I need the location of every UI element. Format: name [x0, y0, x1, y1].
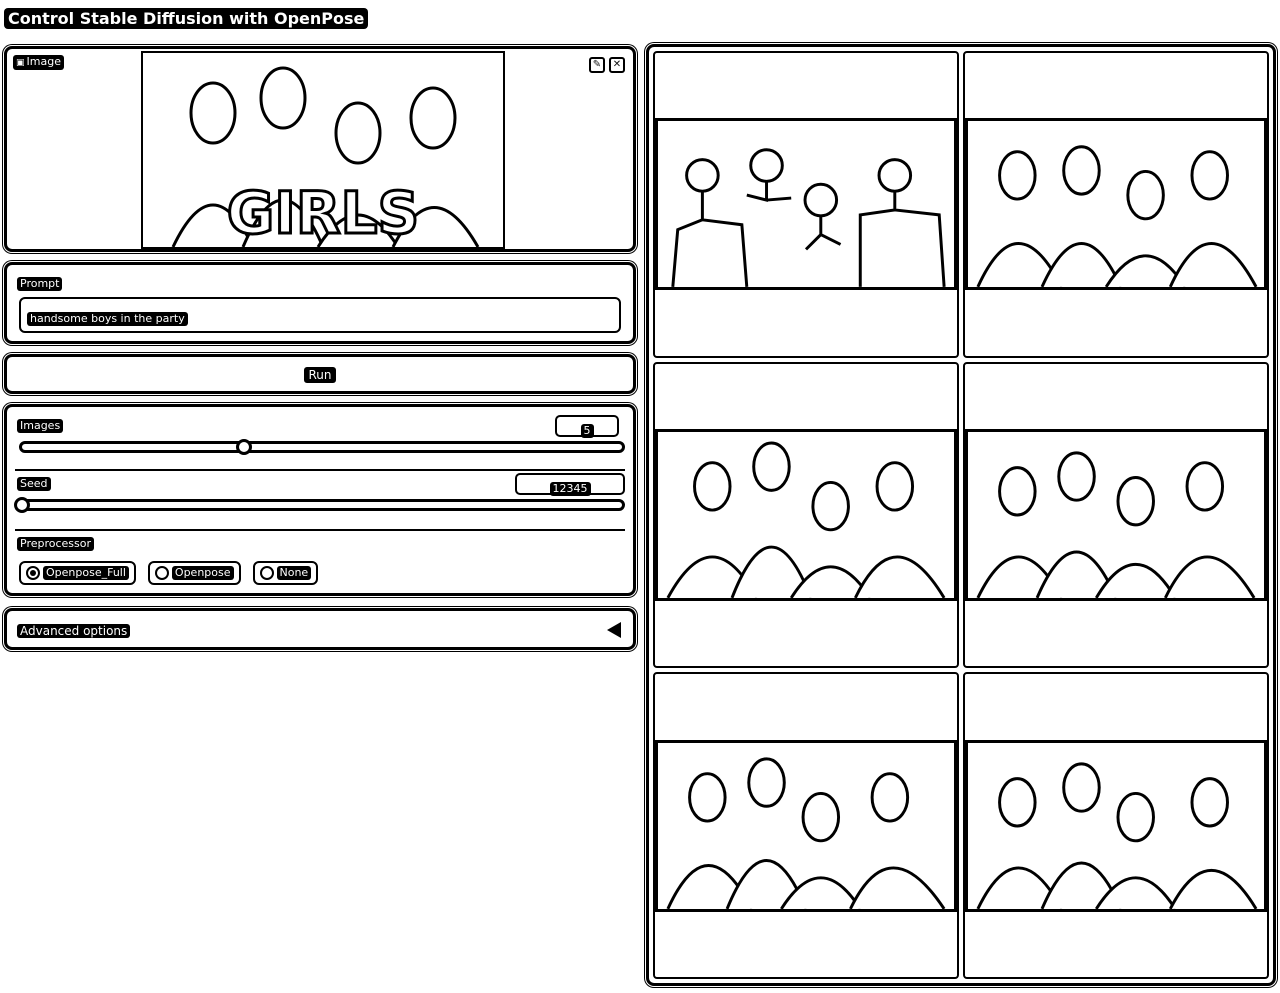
generated-image — [655, 739, 957, 912]
seed-number-input[interactable]: 12345 — [515, 473, 625, 496]
prompt-panel: Prompt handsome boys in the party — [4, 262, 636, 344]
images-slider[interactable] — [19, 439, 625, 455]
seed-slider[interactable] — [14, 497, 625, 513]
preprocessor-option-none[interactable]: None — [252, 561, 319, 585]
generated-image — [965, 428, 1267, 601]
preview-text: GIRLS — [227, 179, 420, 247]
image-label: ▣ Image — [13, 55, 64, 70]
output-gallery — [646, 44, 1276, 986]
gallery-item[interactable] — [653, 361, 959, 669]
divider — [15, 469, 625, 471]
gallery-item[interactable] — [963, 361, 1269, 669]
radio-icon[interactable] — [154, 566, 169, 580]
seed-label: Seed — [17, 477, 51, 491]
generated-image — [965, 739, 1267, 912]
gallery-item[interactable] — [963, 672, 1269, 979]
preprocessor-label: Preprocessor — [17, 537, 95, 551]
preprocessor-option-openpose[interactable]: Openpose — [147, 561, 241, 585]
preprocessor-radio-group: Openpose_Full Openpose None — [19, 561, 319, 585]
image-input-panel[interactable]: ▣ Image GIRLS ✎ ✕ — [4, 46, 636, 252]
triangle-left-icon[interactable] — [607, 622, 621, 638]
divider — [15, 529, 625, 531]
radio-icon[interactable] — [259, 566, 274, 580]
seed-slider-thumb[interactable] — [14, 497, 30, 513]
app-title: Control Stable Diffusion with OpenPose — [4, 8, 369, 29]
gallery-item[interactable] — [653, 672, 959, 979]
input-image-preview[interactable]: GIRLS — [141, 51, 505, 249]
option-label: None — [276, 566, 312, 580]
gallery-item-pose[interactable] — [653, 51, 959, 358]
generated-image — [655, 428, 957, 601]
images-number-input[interactable]: 5 — [555, 415, 619, 438]
images-value: 5 — [580, 424, 594, 438]
prompt-value: handsome boys in the party — [27, 312, 188, 326]
run-button[interactable]: Run — [4, 354, 636, 394]
preprocessor-option-openpose-full[interactable]: Openpose_Full — [19, 561, 136, 585]
image-label-text: Image — [26, 55, 61, 68]
pose-skeleton-image — [655, 118, 957, 291]
advanced-options-label: Advanced options — [17, 624, 131, 638]
prompt-input[interactable]: handsome boys in the party — [19, 297, 621, 333]
run-label: Run — [304, 367, 336, 383]
advanced-options-accordion[interactable]: Advanced options — [4, 608, 636, 650]
pencil-icon[interactable]: ✎ — [589, 57, 605, 73]
images-slider-thumb[interactable] — [236, 439, 252, 455]
images-label: Images — [17, 419, 64, 433]
prompt-label: Prompt — [17, 277, 63, 291]
generated-image — [965, 118, 1267, 291]
image-icon: ▣ — [16, 58, 25, 68]
seed-value: 12345 — [549, 482, 591, 496]
close-icon[interactable]: ✕ — [609, 57, 625, 73]
gallery-item[interactable] — [963, 51, 1269, 358]
option-label: Openpose_Full — [43, 566, 129, 580]
radio-selected-icon[interactable] — [26, 566, 40, 580]
option-label: Openpose — [171, 566, 234, 580]
controls-panel: Images 5 Seed 12345 Preprocessor Openpos… — [4, 404, 636, 596]
